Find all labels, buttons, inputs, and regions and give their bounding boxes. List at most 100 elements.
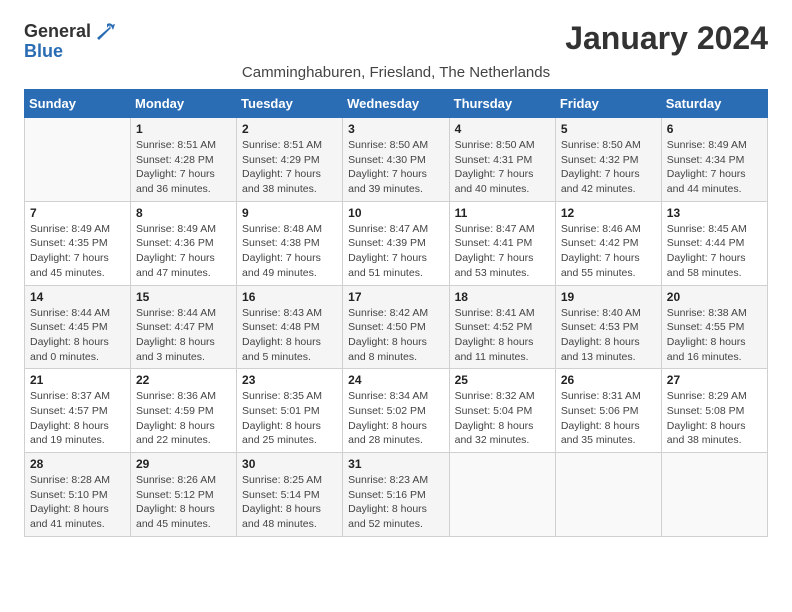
calendar-cell: 12 Sunrise: 8:46 AM Sunset: 4:42 PM Dayli… [555, 201, 661, 285]
day-info: Sunrise: 8:28 AM Sunset: 5:10 PM Dayligh… [30, 473, 125, 532]
calendar-cell: 11 Sunrise: 8:47 AM Sunset: 4:41 PM Dayli… [449, 201, 555, 285]
day-number: 12 [561, 206, 656, 220]
day-number: 16 [242, 290, 337, 304]
day-number: 21 [30, 373, 125, 387]
calendar-cell: 17 Sunrise: 8:42 AM Sunset: 4:50 PM Dayli… [343, 285, 449, 369]
day-number: 15 [136, 290, 231, 304]
day-number: 7 [30, 206, 125, 220]
calendar-cell: 21 Sunrise: 8:37 AM Sunset: 4:57 PM Dayli… [25, 369, 131, 453]
calendar-cell: 26Sunrise: 8:31 AM Sunset: 5:06 PM Dayli… [555, 369, 661, 453]
day-info: Sunrise: 8:35 AM Sunset: 5:01 PM Dayligh… [242, 389, 337, 448]
day-info: Sunrise: 8:42 AM Sunset: 4:50 PM Dayligh… [348, 306, 443, 365]
calendar-cell: 10Sunrise: 8:47 AM Sunset: 4:39 PM Dayli… [343, 201, 449, 285]
day-number: 30 [242, 457, 337, 471]
calendar-cell [25, 118, 131, 202]
calendar-week-row: 14 Sunrise: 8:44 AM Sunset: 4:45 PM Dayli… [25, 285, 768, 369]
day-number: 17 [348, 290, 443, 304]
day-info: Sunrise: 8:44 AM Sunset: 4:45 PM Dayligh… [30, 306, 125, 365]
calendar-cell: 14 Sunrise: 8:44 AM Sunset: 4:45 PM Dayli… [25, 285, 131, 369]
day-info: Sunrise: 8:29 AM Sunset: 5:08 PM Dayligh… [667, 389, 762, 448]
day-number: 24 [348, 373, 443, 387]
day-info: Sunrise: 8:50 AM Sunset: 4:30 PM Dayligh… [348, 138, 443, 197]
day-info: Sunrise: 8:49 AM Sunset: 4:34 PM Dayligh… [667, 138, 762, 197]
calendar-cell: 31Sunrise: 8:23 AM Sunset: 5:16 PM Dayli… [343, 453, 449, 537]
calendar-cell: 24Sunrise: 8:34 AM Sunset: 5:02 PM Dayli… [343, 369, 449, 453]
day-number: 22 [136, 373, 231, 387]
header: General Blue January 2024 [24, 20, 768, 60]
day-number: 10 [348, 206, 443, 220]
day-info: Sunrise: 8:32 AM Sunset: 5:04 PM Dayligh… [455, 389, 550, 448]
calendar-cell: 2 Sunrise: 8:51 AM Sunset: 4:29 PM Daylig… [237, 118, 343, 202]
day-info: Sunrise: 8:37 AM Sunset: 4:57 PM Dayligh… [30, 389, 125, 448]
header-wednesday: Wednesday [343, 90, 449, 118]
calendar-cell: 3 Sunrise: 8:50 AM Sunset: 4:30 PM Daylig… [343, 118, 449, 202]
day-info: Sunrise: 8:36 AM Sunset: 4:59 PM Dayligh… [136, 389, 231, 448]
day-number: 29 [136, 457, 231, 471]
day-number: 4 [455, 122, 550, 136]
day-number: 3 [348, 122, 443, 136]
day-number: 1 [136, 122, 231, 136]
calendar-cell: 4 Sunrise: 8:50 AM Sunset: 4:31 PM Daylig… [449, 118, 555, 202]
calendar-cell: 22 Sunrise: 8:36 AM Sunset: 4:59 PM Dayli… [131, 369, 237, 453]
day-info: Sunrise: 8:41 AM Sunset: 4:52 PM Dayligh… [455, 306, 550, 365]
day-number: 9 [242, 206, 337, 220]
calendar-cell: 16 Sunrise: 8:43 AM Sunset: 4:48 PM Dayli… [237, 285, 343, 369]
calendar-cell: 9Sunrise: 8:48 AM Sunset: 4:38 PM Daylig… [237, 201, 343, 285]
day-info: Sunrise: 8:43 AM Sunset: 4:48 PM Dayligh… [242, 306, 337, 365]
day-number: 11 [455, 206, 550, 220]
calendar-week-row: 28 Sunrise: 8:28 AM Sunset: 5:10 PM Dayli… [25, 453, 768, 537]
subtitle: Camminghaburen, Friesland, The Netherlan… [24, 64, 768, 81]
day-number: 28 [30, 457, 125, 471]
calendar-week-row: 21 Sunrise: 8:37 AM Sunset: 4:57 PM Dayli… [25, 369, 768, 453]
header-saturday: Saturday [661, 90, 767, 118]
logo-blue: Blue [24, 42, 63, 60]
day-number: 13 [667, 206, 762, 220]
calendar-cell [661, 453, 767, 537]
day-number: 18 [455, 290, 550, 304]
day-number: 2 [242, 122, 337, 136]
calendar-cell: 18 Sunrise: 8:41 AM Sunset: 4:52 PM Dayli… [449, 285, 555, 369]
month-title: January 2024 [565, 20, 768, 57]
day-number: 5 [561, 122, 656, 136]
calendar-cell: 28 Sunrise: 8:28 AM Sunset: 5:10 PM Dayli… [25, 453, 131, 537]
calendar-cell: 7 Sunrise: 8:49 AM Sunset: 4:35 PM Daylig… [25, 201, 131, 285]
calendar-cell: 27Sunrise: 8:29 AM Sunset: 5:08 PM Dayli… [661, 369, 767, 453]
calendar-cell: 30 Sunrise: 8:25 AM Sunset: 5:14 PM Dayli… [237, 453, 343, 537]
day-info: Sunrise: 8:26 AM Sunset: 5:12 PM Dayligh… [136, 473, 231, 532]
day-number: 14 [30, 290, 125, 304]
day-info: Sunrise: 8:44 AM Sunset: 4:47 PM Dayligh… [136, 306, 231, 365]
header-sunday: Sunday [25, 90, 131, 118]
day-info: Sunrise: 8:50 AM Sunset: 4:32 PM Dayligh… [561, 138, 656, 197]
calendar-cell: 1Sunrise: 8:51 AM Sunset: 4:28 PM Daylig… [131, 118, 237, 202]
day-number: 6 [667, 122, 762, 136]
calendar-cell: 29 Sunrise: 8:26 AM Sunset: 5:12 PM Dayli… [131, 453, 237, 537]
calendar-cell: 20Sunrise: 8:38 AM Sunset: 4:55 PM Dayli… [661, 285, 767, 369]
day-info: Sunrise: 8:51 AM Sunset: 4:29 PM Dayligh… [242, 138, 337, 197]
calendar-week-row: 1Sunrise: 8:51 AM Sunset: 4:28 PM Daylig… [25, 118, 768, 202]
day-number: 23 [242, 373, 337, 387]
day-info: Sunrise: 8:49 AM Sunset: 4:35 PM Dayligh… [30, 222, 125, 281]
calendar-cell: 8 Sunrise: 8:49 AM Sunset: 4:36 PM Daylig… [131, 201, 237, 285]
day-info: Sunrise: 8:46 AM Sunset: 4:42 PM Dayligh… [561, 222, 656, 281]
logo-general: General [24, 22, 91, 40]
calendar-cell: 15 Sunrise: 8:44 AM Sunset: 4:47 PM Dayli… [131, 285, 237, 369]
calendar-cell: 13 Sunrise: 8:45 AM Sunset: 4:44 PM Dayli… [661, 201, 767, 285]
day-info: Sunrise: 8:45 AM Sunset: 4:44 PM Dayligh… [667, 222, 762, 281]
header-monday: Monday [131, 90, 237, 118]
day-number: 8 [136, 206, 231, 220]
day-info: Sunrise: 8:40 AM Sunset: 4:53 PM Dayligh… [561, 306, 656, 365]
calendar-cell: 5 Sunrise: 8:50 AM Sunset: 4:32 PM Daylig… [555, 118, 661, 202]
calendar-cell: 6 Sunrise: 8:49 AM Sunset: 4:34 PM Daylig… [661, 118, 767, 202]
day-info: Sunrise: 8:50 AM Sunset: 4:31 PM Dayligh… [455, 138, 550, 197]
day-info: Sunrise: 8:47 AM Sunset: 4:41 PM Dayligh… [455, 222, 550, 281]
header-thursday: Thursday [449, 90, 555, 118]
day-info: Sunrise: 8:49 AM Sunset: 4:36 PM Dayligh… [136, 222, 231, 281]
calendar-cell: 25Sunrise: 8:32 AM Sunset: 5:04 PM Dayli… [449, 369, 555, 453]
calendar-cell [449, 453, 555, 537]
day-number: 19 [561, 290, 656, 304]
calendar-week-row: 7 Sunrise: 8:49 AM Sunset: 4:35 PM Daylig… [25, 201, 768, 285]
logo-icon [93, 20, 115, 42]
day-info: Sunrise: 8:25 AM Sunset: 5:14 PM Dayligh… [242, 473, 337, 532]
calendar-table: Sunday Monday Tuesday Wednesday Thursday… [24, 89, 768, 537]
calendar-cell [555, 453, 661, 537]
